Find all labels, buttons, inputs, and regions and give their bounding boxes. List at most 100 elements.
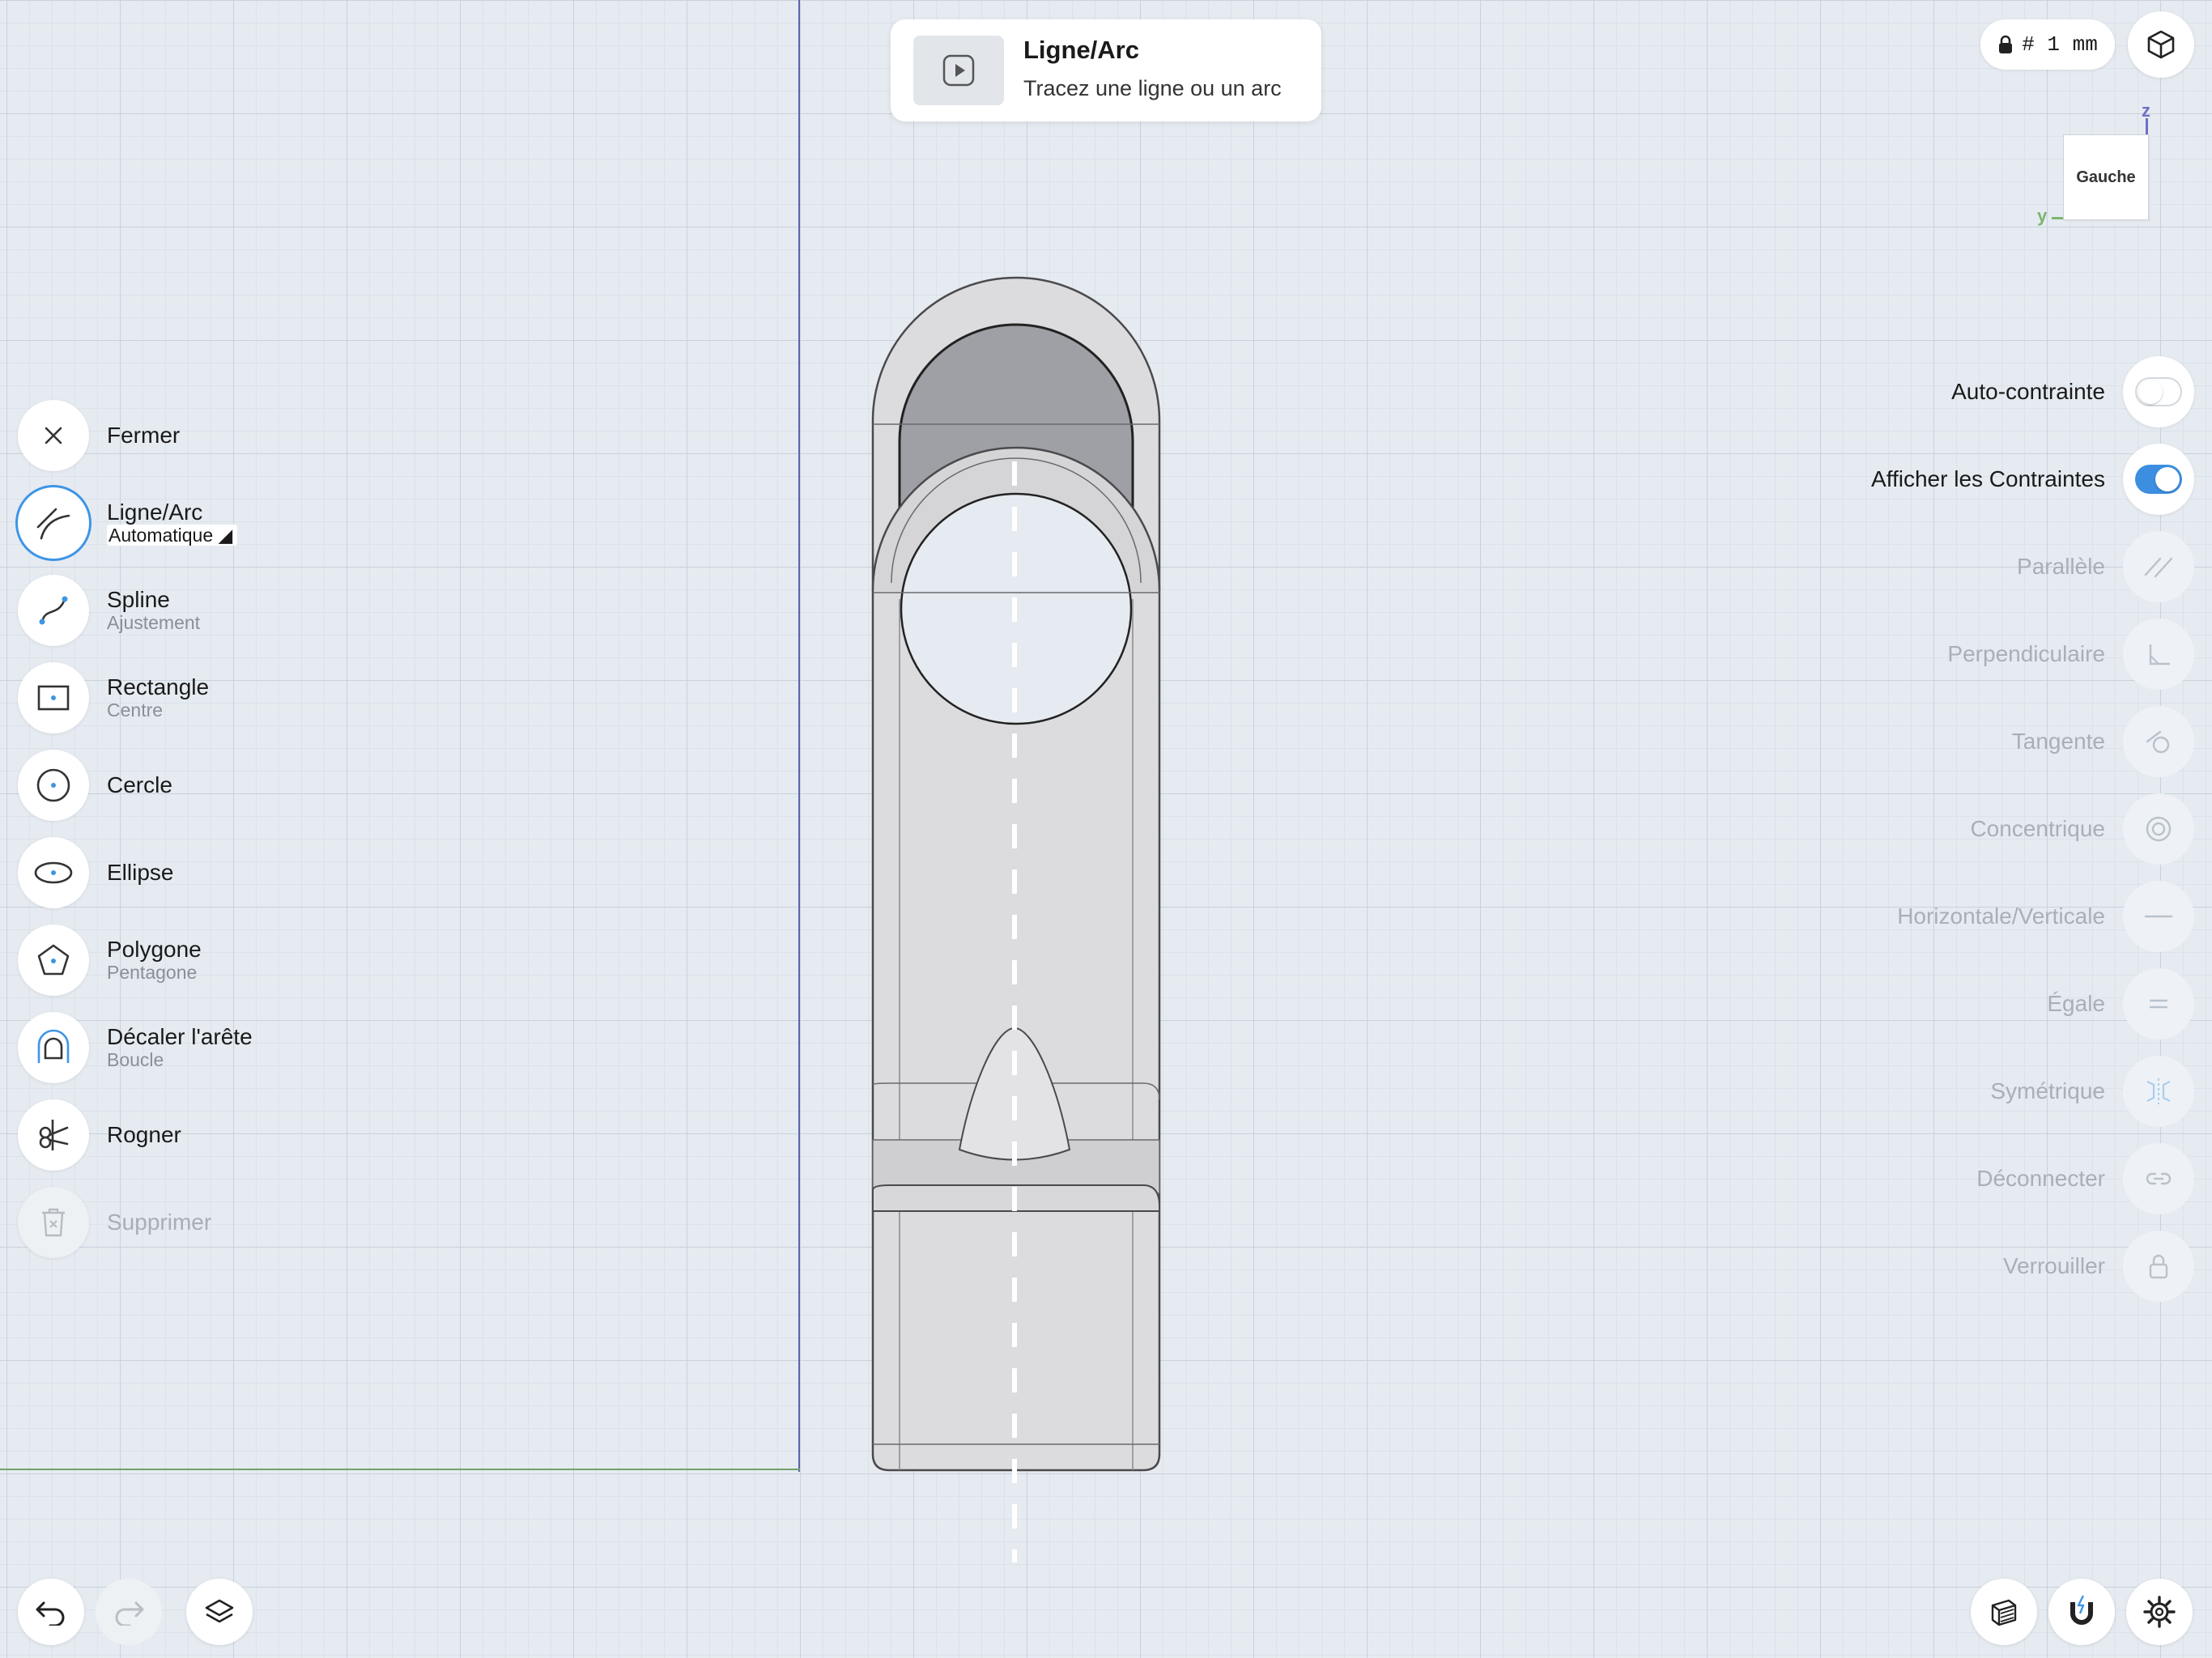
sketch-axis-vertical <box>798 0 800 1472</box>
tool-spline[interactable]: Spline Ajustement <box>18 573 200 648</box>
offset-edge-button[interactable] <box>18 1012 89 1083</box>
redo-button[interactable] <box>96 1579 162 1645</box>
view-mode-button[interactable] <box>2128 11 2194 78</box>
tool-polygon[interactable]: Polygone Pentagone <box>18 923 202 997</box>
constraint-label: Verrouiller <box>2002 1253 2105 1278</box>
constraint-show[interactable]: Afficher les Contraintes <box>1871 442 2194 517</box>
tool-sub-label: Ajustement <box>107 612 201 633</box>
constraint-tangent[interactable]: Tangente <box>2012 704 2194 779</box>
tool-rectangle[interactable]: Rectangle Centre <box>18 661 209 735</box>
constraint-parallel[interactable]: Parallèle <box>2017 529 2194 604</box>
tangent-button[interactable] <box>2123 706 2194 777</box>
show-constraints-toggle[interactable] <box>2135 465 2182 494</box>
constraint-horizontal-vertical[interactable]: Horizontale/Verticale <box>1897 879 2194 954</box>
equal-icon <box>2149 999 2168 1009</box>
tool-label: Fermer <box>107 423 181 448</box>
tool-ellipse[interactable]: Ellipse <box>18 835 173 910</box>
auto-constraint-toggle[interactable] <box>2135 377 2182 406</box>
disconnect-button[interactable] <box>2123 1143 2194 1214</box>
lock-icon <box>1999 35 2013 53</box>
constraint-lock[interactable]: Verrouiller <box>2003 1229 2194 1303</box>
section-view-button[interactable] <box>1971 1579 2037 1645</box>
tooltip-title: Ligne/Arc <box>1023 36 1139 64</box>
constraint-auto[interactable]: Auto-contrainte <box>1951 355 2194 429</box>
undo-icon <box>36 1601 65 1626</box>
disconnect-icon <box>2146 1172 2172 1185</box>
constraint-disconnect[interactable]: Déconnecter <box>1976 1141 2194 1216</box>
tool-label: Cercle <box>107 772 172 797</box>
perpendicular-icon <box>2149 644 2170 665</box>
close-button[interactable] <box>18 400 89 471</box>
part-model-view[interactable] <box>866 275 1166 1571</box>
magnet-icon <box>2070 1595 2093 1625</box>
symmetric-button[interactable] <box>2123 1056 2194 1127</box>
tool-label: Polygone <box>107 937 202 962</box>
line-arc-icon <box>36 508 70 540</box>
spline-icon <box>39 596 68 625</box>
sketch-axis-horizontal <box>0 1469 800 1470</box>
view-cube[interactable]: Gauche <box>2063 134 2149 220</box>
polygon-button[interactable] <box>18 925 89 996</box>
tooltip-description: Tracez une ligne ou un arc <box>1023 76 1282 100</box>
circle-button[interactable] <box>18 750 89 821</box>
settings-button[interactable] <box>2126 1579 2193 1645</box>
ellipse-button[interactable] <box>18 837 89 908</box>
tool-label: Supprimer <box>107 1209 212 1235</box>
lock-button[interactable] <box>2123 1231 2194 1302</box>
tool-sub-label: Centre <box>107 699 164 721</box>
tool-trim[interactable]: Rogner <box>18 1098 181 1172</box>
line-arc-button[interactable] <box>18 487 89 559</box>
redo-icon <box>115 1601 144 1626</box>
constraint-label: Égale <box>2047 991 2105 1016</box>
snap-button[interactable] <box>2048 1579 2115 1645</box>
equal-button[interactable] <box>2123 968 2194 1039</box>
lock-icon <box>2149 1254 2168 1279</box>
constraint-perpendicular[interactable]: Perpendiculaire <box>1947 617 2194 691</box>
symmetric-icon <box>2146 1078 2171 1104</box>
offset-edge-icon <box>37 1029 70 1063</box>
concentric-button[interactable] <box>2123 793 2194 865</box>
undo-button[interactable] <box>18 1579 84 1645</box>
tool-circle[interactable]: Cercle <box>18 748 172 823</box>
tool-label: Rectangle <box>107 674 210 699</box>
grid-size-button[interactable]: # 1 mm <box>1980 19 2115 70</box>
tool-label: Ligne/Arc <box>107 500 203 525</box>
constraint-label: Horizontale/Verticale <box>1897 903 2105 929</box>
close-icon <box>45 427 62 444</box>
tool-label: Décaler l'arête <box>107 1024 253 1049</box>
tool-close[interactable]: Fermer <box>18 398 180 473</box>
line-arc-mode-dropdown[interactable]: Automatique ◢ <box>107 525 238 546</box>
concentric-icon <box>2146 816 2172 842</box>
section-cube-icon <box>1991 1599 2017 1626</box>
spline-button[interactable] <box>18 575 89 646</box>
constraint-label: Symétrique <box>1990 1078 2105 1103</box>
show-constraints-toggle-button[interactable] <box>2123 444 2194 515</box>
constraint-symmetric[interactable]: Symétrique <box>1990 1054 2194 1129</box>
video-thumbnail[interactable] <box>913 36 1004 105</box>
rectangle-button[interactable] <box>18 662 89 733</box>
tool-line-arc[interactable]: Ligne/Arc Automatique ◢ <box>18 486 238 560</box>
ellipse-icon <box>34 861 73 884</box>
circle-icon <box>36 768 70 802</box>
constraint-label: Afficher les Contraintes <box>1871 466 2105 491</box>
constraint-label: Parallèle <box>2017 554 2105 579</box>
auto-constraint-toggle-button[interactable] <box>2123 356 2194 427</box>
view-cube-face: Gauche <box>2076 168 2136 186</box>
tool-tooltip-card: Ligne/Arc Tracez une ligne ou un arc <box>891 19 1321 121</box>
horizontal-vertical-icon <box>2144 915 2173 918</box>
delete-button[interactable] <box>18 1187 89 1258</box>
constraint-concentric[interactable]: Concentrique <box>1970 792 2194 866</box>
tool-delete[interactable]: Supprimer <box>18 1185 211 1260</box>
parallel-button[interactable] <box>2123 531 2194 602</box>
trash-icon <box>42 1208 65 1237</box>
perpendicular-button[interactable] <box>2123 619 2194 690</box>
constraint-equal[interactable]: Égale <box>2047 967 2194 1041</box>
layers-button[interactable] <box>186 1579 253 1645</box>
tool-offset-edge[interactable]: Décaler l'arête Boucle <box>18 1010 253 1085</box>
trim-button[interactable] <box>18 1099 89 1171</box>
tool-sub-label: Boucle <box>107 1049 164 1070</box>
horizontal-vertical-button[interactable] <box>2123 881 2194 952</box>
grid-size-label: # 1 mm <box>2022 32 2098 57</box>
rectangle-icon <box>37 685 70 711</box>
tool-label: Spline <box>107 587 170 612</box>
